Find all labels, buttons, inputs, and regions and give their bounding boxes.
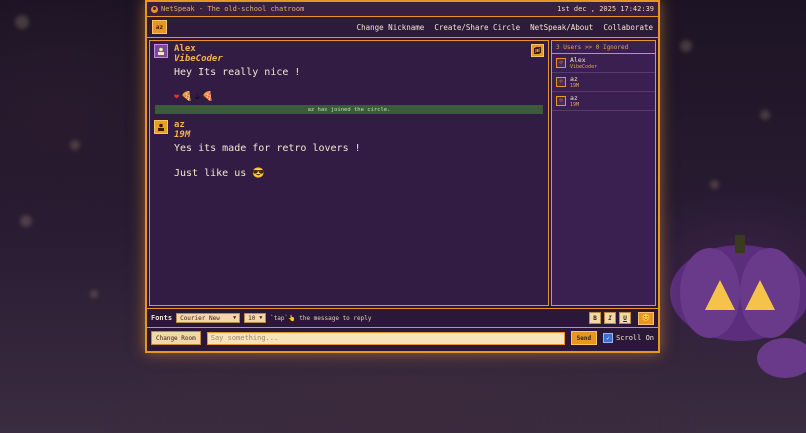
coffee-reaction-icon[interactable]: ☕ bbox=[195, 92, 200, 102]
message-az[interactable]: az 19M Yes its made for retro lovers ! J… bbox=[150, 117, 548, 179]
heart-reaction-icon[interactable]: ❤ bbox=[174, 92, 179, 102]
menu-bar: az Change Nickname Create/Share Circle N… bbox=[147, 17, 658, 38]
message-input[interactable]: Say something... bbox=[206, 331, 565, 345]
font-size-value: 10 bbox=[248, 314, 256, 322]
font-family-select[interactable]: Courier New ▼ bbox=[176, 313, 241, 323]
message-alex[interactable]: Alex VibeCoder Hey Its really nice ! ❤ 🍕… bbox=[150, 41, 548, 102]
copy-icon[interactable] bbox=[531, 44, 544, 57]
message-text: Hey Its really nice ! bbox=[174, 67, 301, 78]
bold-button[interactable]: B bbox=[589, 312, 601, 324]
message-author-status: VibeCoder bbox=[174, 54, 223, 64]
user-status: 19M bbox=[570, 82, 580, 89]
user-avatar-icon: ☺ bbox=[556, 77, 566, 87]
users-panel: 3 Users >> 0 Ignored ☺ Alex VibeCoder ☺ … bbox=[551, 40, 656, 306]
reactions: ❤ 🍕 ☕ 🍕 bbox=[174, 92, 548, 102]
pizza-reaction-icon[interactable]: 🍕 bbox=[202, 92, 213, 102]
user-avatar-icon: ☺ bbox=[556, 96, 566, 106]
scroll-toggle[interactable]: ✓ Scroll On bbox=[603, 333, 654, 343]
user-avatar-icon: ☺ bbox=[556, 58, 566, 68]
user-avatar-icon bbox=[154, 120, 168, 134]
user-list-item[interactable]: ☺ az 19M bbox=[552, 73, 655, 92]
send-button[interactable]: Send bbox=[570, 331, 598, 345]
system-message: az has joined the circle. bbox=[155, 105, 543, 114]
app-logo-icon bbox=[151, 5, 158, 13]
format-toolbar: Fonts Courier New ▼ 10 ▼ `tap`👆 the mess… bbox=[147, 308, 658, 327]
change-room-button[interactable]: Change Room bbox=[151, 331, 201, 345]
format-buttons: B I U 😊 bbox=[589, 311, 654, 325]
message-author: Alex bbox=[174, 44, 196, 54]
chat-log[interactable]: Alex VibeCoder Hey Its really nice ! ❤ 🍕… bbox=[149, 40, 549, 306]
app-title: NetSpeak - The old-school chatroom bbox=[161, 5, 305, 13]
menu-collaborate[interactable]: Collaborate bbox=[603, 23, 653, 32]
menu-create-share-circle[interactable]: Create/Share Circle bbox=[434, 23, 520, 32]
font-size-select[interactable]: 10 ▼ bbox=[244, 313, 267, 323]
top-menu: Change Nickname Create/Share Circle NetS… bbox=[357, 23, 653, 32]
user-avatar-icon bbox=[154, 44, 168, 58]
clock-readout: 1st dec , 2025 17:42:39 bbox=[557, 5, 654, 13]
menu-change-nickname[interactable]: Change Nickname bbox=[357, 23, 425, 32]
pizza-reaction-icon[interactable]: 🍕 bbox=[181, 92, 192, 102]
user-status: VibeCoder bbox=[570, 63, 598, 70]
fonts-label: Fonts bbox=[151, 314, 173, 322]
pumpkin-small-icon bbox=[757, 338, 806, 378]
chevron-down-icon: ▼ bbox=[259, 315, 263, 321]
scroll-label: Scroll On bbox=[616, 334, 654, 342]
font-family-value: Courier New bbox=[180, 314, 220, 322]
title-bar: NetSpeak - The old-school chatroom 1st d… bbox=[147, 2, 658, 17]
checkbox-checked-icon[interactable]: ✓ bbox=[603, 333, 614, 343]
message-author-status: 19M bbox=[174, 130, 191, 140]
chevron-down-icon: ▼ bbox=[233, 315, 237, 321]
user-status: 19M bbox=[570, 101, 580, 108]
user-name: az bbox=[570, 93, 578, 102]
pumpkin-icon bbox=[670, 235, 806, 341]
underline-button[interactable]: U bbox=[619, 312, 631, 324]
user-list-item[interactable]: ☺ Alex VibeCoder bbox=[552, 54, 655, 73]
main-area: Alex VibeCoder Hey Its really nice ! ❤ 🍕… bbox=[147, 38, 658, 308]
user-list-item[interactable]: ☺ az 19M bbox=[552, 92, 655, 111]
message-text: Yes its made for retro lovers ! bbox=[174, 143, 361, 154]
message-author: az bbox=[174, 120, 185, 130]
user-name: az bbox=[570, 74, 578, 83]
user-badge[interactable]: az bbox=[152, 20, 167, 34]
users-count: 3 Users >> 0 Ignored bbox=[552, 41, 655, 54]
emoji-icon[interactable]: 😊 bbox=[638, 311, 654, 325]
italic-button[interactable]: I bbox=[604, 312, 616, 324]
input-bar: Change Room Say something... Send ✓ Scro… bbox=[147, 327, 658, 348]
menu-netspeak-about[interactable]: NetSpeak/About bbox=[530, 23, 593, 32]
user-name: Alex bbox=[570, 55, 586, 64]
reply-hint: `tap`👆 the message to reply bbox=[270, 314, 372, 322]
message-text: Just like us 😎 bbox=[174, 168, 265, 179]
chat-window: NetSpeak - The old-school chatroom 1st d… bbox=[145, 0, 660, 353]
